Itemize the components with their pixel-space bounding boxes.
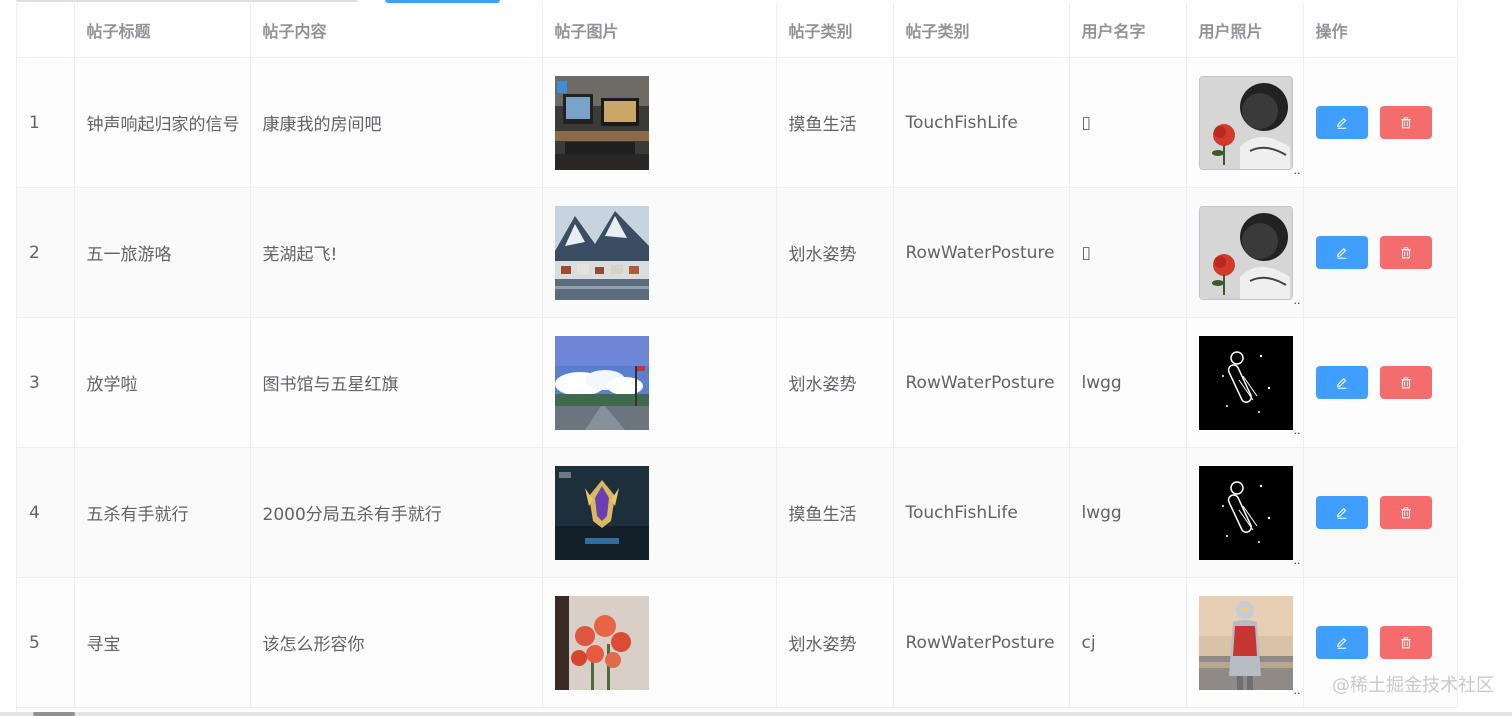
- avatar[interactable]: [1198, 465, 1293, 560]
- avatar-cell: ..: [1186, 317, 1304, 448]
- row-index: 4: [17, 447, 75, 578]
- username: ▯: [1069, 57, 1187, 188]
- post-image[interactable]: [554, 205, 649, 300]
- horizontal-scrollbar[interactable]: [0, 712, 1512, 716]
- post-image[interactable]: [554, 75, 649, 170]
- scrollbar-thumb[interactable]: [33, 712, 75, 716]
- row-index: 1: [17, 57, 75, 188]
- post-title: 五一旅游咯: [74, 187, 251, 318]
- post-category-cn: 划水姿势: [776, 577, 894, 708]
- table-row: 1 钟声响起归家的信号 康康我的房间吧 摸鱼生活 TouchFishLife ▯..: [17, 57, 1458, 188]
- post-category-cn: 摸鱼生活: [776, 57, 894, 188]
- username: lwgg: [1069, 447, 1187, 578]
- avatar-cell: ..: [1186, 187, 1304, 318]
- table-header-row: 帖子标题 帖子内容 帖子图片 帖子类别 帖子类别 用户名字 用户照片 操作: [17, 3, 1458, 58]
- avatar-cell: ..: [1186, 447, 1304, 578]
- edit-pencil-icon: [1335, 376, 1349, 390]
- avatar[interactable]: [1198, 335, 1293, 430]
- avatar-more-indicator: ..: [1293, 163, 1301, 177]
- delete-button[interactable]: [1379, 366, 1432, 399]
- edit-button[interactable]: [1315, 366, 1368, 399]
- post-image[interactable]: [554, 335, 649, 430]
- post-category-en: RowWaterPosture: [893, 187, 1070, 318]
- column-header-category-cn: 帖子类别: [776, 3, 894, 58]
- column-header-image: 帖子图片: [542, 3, 777, 58]
- avatar-more-indicator: ..: [1293, 293, 1301, 307]
- column-header-username: 用户名字: [1069, 3, 1187, 58]
- edit-pencil-icon: [1335, 506, 1349, 520]
- post-content: 康康我的房间吧: [250, 57, 543, 188]
- watermark: @稀土掘金技术社区: [1332, 675, 1494, 696]
- actions-cell: [1303, 187, 1458, 318]
- edit-button[interactable]: [1315, 106, 1368, 139]
- delete-button[interactable]: [1379, 626, 1432, 659]
- avatar[interactable]: [1198, 595, 1293, 690]
- edit-pencil-icon: [1335, 116, 1349, 130]
- post-image[interactable]: [554, 595, 649, 690]
- post-content: 该怎么形容你: [250, 577, 543, 708]
- post-category-cn: 划水姿势: [776, 317, 894, 448]
- table-row: 4 五杀有手就行 2000分局五杀有手就行 摸鱼生活 TouchFishLife lwgg…: [17, 447, 1458, 578]
- row-index: 2: [17, 187, 75, 318]
- post-content: 图书馆与五星红旗: [250, 317, 543, 448]
- post-category-cn: 摸鱼生活: [776, 447, 894, 578]
- avatar-cell: ..: [1186, 57, 1304, 188]
- avatar-more-indicator: ..: [1293, 683, 1301, 697]
- delete-button[interactable]: [1379, 496, 1432, 529]
- post-category-en: TouchFishLife: [893, 57, 1070, 188]
- column-header-title: 帖子标题: [74, 3, 251, 58]
- post-category-en: RowWaterPosture: [893, 317, 1070, 448]
- posts-table: 帖子标题 帖子内容 帖子图片 帖子类别 帖子类别 用户名字 用户照片 操作 1钟…: [16, 3, 1458, 716]
- column-header-category-en: 帖子类别: [893, 3, 1070, 58]
- post-title: 五杀有手就行: [74, 447, 251, 578]
- row-index: 5: [17, 577, 75, 708]
- post-image[interactable]: [554, 465, 649, 560]
- post-image-cell: [542, 317, 777, 448]
- column-header-content: 帖子内容: [250, 3, 543, 58]
- post-content: 2000分局五杀有手就行: [250, 447, 543, 578]
- row-index: 3: [17, 317, 75, 448]
- trash-icon: [1399, 246, 1413, 260]
- post-title: 放学啦: [74, 317, 251, 448]
- username: cj: [1069, 577, 1187, 708]
- post-title: 寻宝: [74, 577, 251, 708]
- post-image-cell: [542, 187, 777, 318]
- table-row: 5 寻宝 该怎么形容你 划水姿势 RowWaterPosture cj..: [17, 577, 1458, 708]
- column-header-actions: 操作: [1303, 3, 1458, 58]
- avatar[interactable]: [1198, 205, 1293, 300]
- post-category-en: RowWaterPosture: [893, 577, 1070, 708]
- actions-cell: [1303, 57, 1458, 188]
- table-row: 3 放学啦 图书馆与五星红旗 划水姿势 RowWaterPosture lwgg..: [17, 317, 1458, 448]
- post-image-cell: [542, 577, 777, 708]
- post-image-cell: [542, 57, 777, 188]
- post-content: 芜湖起飞!: [250, 187, 543, 318]
- post-category-cn: 划水姿势: [776, 187, 894, 318]
- post-title: 钟声响起归家的信号: [74, 57, 251, 188]
- edit-button[interactable]: [1315, 626, 1368, 659]
- post-image-cell: [542, 447, 777, 578]
- username: lwgg: [1069, 317, 1187, 448]
- edit-button[interactable]: [1315, 236, 1368, 269]
- trash-icon: [1399, 376, 1413, 390]
- trash-icon: [1399, 636, 1413, 650]
- avatar-cell: ..: [1186, 577, 1304, 708]
- search-input-edge[interactable]: [16, 0, 358, 2]
- avatar-more-indicator: ..: [1293, 423, 1301, 437]
- trash-icon: [1399, 116, 1413, 130]
- delete-button[interactable]: [1379, 106, 1432, 139]
- column-header-index: [17, 3, 75, 58]
- avatar[interactable]: [1198, 75, 1293, 170]
- trash-icon: [1399, 506, 1413, 520]
- delete-button[interactable]: [1379, 236, 1432, 269]
- actions-cell: [1303, 447, 1458, 578]
- edit-pencil-icon: [1335, 636, 1349, 650]
- post-category-en: TouchFishLife: [893, 447, 1070, 578]
- table-row: 2 五一旅游咯 芜湖起飞! 划水姿势 RowWaterPosture ▯..: [17, 187, 1458, 318]
- username: ▯: [1069, 187, 1187, 318]
- edit-button[interactable]: [1315, 496, 1368, 529]
- edit-pencil-icon: [1335, 246, 1349, 260]
- actions-cell: [1303, 317, 1458, 448]
- column-header-avatar: 用户照片: [1186, 3, 1304, 58]
- avatar-more-indicator: ..: [1293, 553, 1301, 567]
